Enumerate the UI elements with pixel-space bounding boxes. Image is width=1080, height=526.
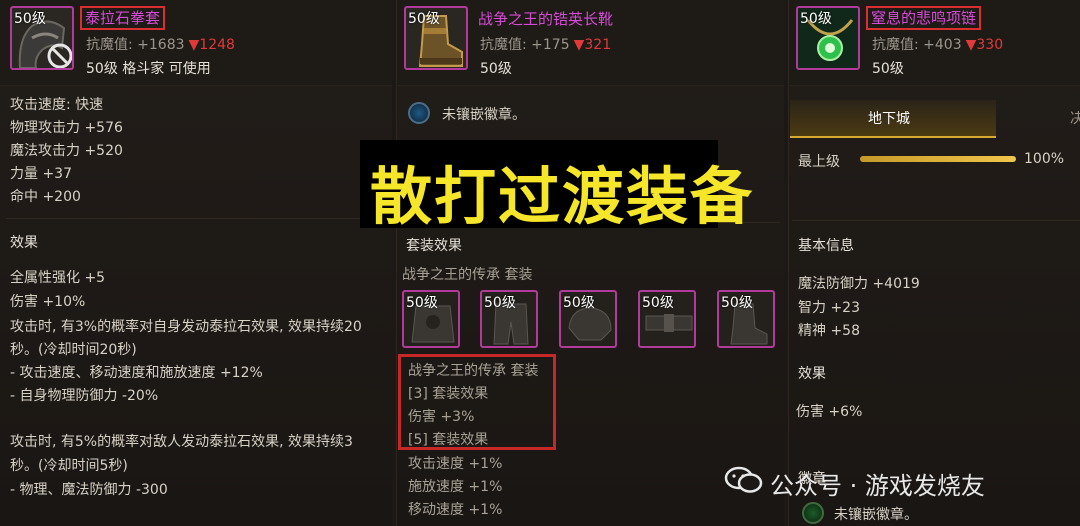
basic-line: 精神 +58 <box>798 323 860 339</box>
set-item-pants-icon[interactable]: 50级 <box>480 290 538 348</box>
emblem-text: 未镶嵌徽章。 <box>442 107 526 123</box>
resist-label: 抗魔值: +175 <box>480 37 570 53</box>
stat-line: 力量 +37 <box>10 166 72 182</box>
effect-title: 效果 <box>10 235 38 251</box>
set-line: [5] 套装效果 <box>408 432 489 448</box>
watermark-text: 公众号 · 游戏发烧友 <box>770 472 985 500</box>
item-tooltip-necklace <box>788 0 1080 526</box>
effect-line: - 物理、魔法防御力 -300 <box>10 482 168 498</box>
set-item-level: 50级 <box>484 295 516 311</box>
item-name: 泰拉石拳套 <box>80 6 166 30</box>
set-line: 战争之王的传承 套装 <box>408 363 539 379</box>
set-item-level: 50级 <box>721 295 753 311</box>
boots-icon[interactable]: 50级 <box>404 6 468 70</box>
effect-line: - 攻击速度、移动速度和施放速度 +12% <box>10 365 263 381</box>
resist-diff: ▼1248 <box>188 37 235 53</box>
item-requirement: 50级 <box>872 61 904 77</box>
necklace-icon[interactable]: 50级 <box>796 6 860 70</box>
upgrade-label: 最上级 <box>798 154 840 170</box>
stat-line: 命中 +200 <box>10 189 81 205</box>
resist-value: 抗魔值: +1683 ▼1248 <box>86 34 235 54</box>
effect-line: 秒。(冷却时间5秒) <box>10 458 128 474</box>
item-requirement: 50级 格斗家 可使用 <box>86 61 211 77</box>
set-item-level: 50级 <box>563 295 595 311</box>
item-requirement: 50级 <box>480 61 512 77</box>
resist-value: 抗魔值: +175 ▼321 <box>480 34 611 54</box>
stat-line: 攻击速度: 快速 <box>10 97 104 113</box>
tab-dungeon-label: 地下城 <box>868 111 910 127</box>
emblem-slot-icon <box>408 102 430 124</box>
item-level-tag: 50级 <box>14 11 46 27</box>
set-name: 战争之王的传承 套装 <box>402 267 533 283</box>
upgrade-percent: 100% <box>1024 151 1065 167</box>
basic-line: 魔法防御力 +4019 <box>798 276 920 292</box>
resist-diff: ▼330 <box>965 37 1004 53</box>
item-level-tag: 50级 <box>800 11 832 27</box>
set-effect-title: 套装效果 <box>406 238 462 254</box>
effect-line: 秒。(冷却时间20秒) <box>10 342 137 358</box>
set-line: 攻击速度 +1% <box>408 456 503 472</box>
resist-value: 抗魔值: +403 ▼330 <box>872 34 1003 54</box>
divider <box>6 218 390 219</box>
stat-line: 物理攻击力 +576 <box>10 120 123 136</box>
set-item-chest-icon[interactable]: 50级 <box>402 290 460 348</box>
effect-line: 伤害 +10% <box>10 294 86 310</box>
set-item-level: 50级 <box>406 295 438 311</box>
upgrade-progress-fill <box>860 156 1016 162</box>
effect-title: 效果 <box>798 366 826 382</box>
item-name: 战争之王的锆英长靴 <box>478 10 614 28</box>
set-line: 伤害 +3% <box>408 409 475 425</box>
effect-line: 攻击时, 有3%的概率对自身发动泰拉石效果, 效果持续20 <box>10 319 362 335</box>
set-item-shoulder-icon[interactable]: 50级 <box>559 290 617 348</box>
gauntlet-icon[interactable]: 50级 <box>10 6 74 70</box>
set-item-level: 50级 <box>642 295 674 311</box>
effect-line: - 自身物理防御力 -20% <box>10 388 159 404</box>
basic-line: 智力 +23 <box>798 300 860 316</box>
emblem-slot-icon <box>802 502 824 524</box>
upgrade-progress-bar <box>860 156 1016 162</box>
set-item-boots-icon[interactable]: 50级 <box>717 290 775 348</box>
divider <box>792 220 1080 221</box>
effect-line: 伤害 +6% <box>796 404 863 420</box>
resist-label: 抗魔值: +403 <box>872 37 962 53</box>
basic-info-title: 基本信息 <box>798 238 854 254</box>
overlay-caption: 散打过渡装备 <box>370 160 755 233</box>
resist-diff: ▼321 <box>573 37 612 53</box>
effect-line: 全属性强化 +5 <box>10 270 106 286</box>
wechat-logo-icon <box>724 466 763 493</box>
set-line: [3] 套装效果 <box>408 386 489 402</box>
effect-line: 攻击时, 有5%的概率对敌人发动泰拉石效果, 效果持续3 <box>10 434 353 450</box>
item-level-tag: 50级 <box>408 11 440 27</box>
resist-label: 抗魔值: +1683 <box>86 37 185 53</box>
set-line: 移动速度 +1% <box>408 502 503 518</box>
item-name: 窒息的悲鸣项链 <box>866 6 982 30</box>
stat-line: 魔法攻击力 +520 <box>10 143 123 159</box>
set-item-belt-icon[interactable]: 50级 <box>638 290 696 348</box>
set-line: 施放速度 +1% <box>408 479 503 495</box>
emblem-text: 未镶嵌徽章。 <box>834 507 918 523</box>
tab-next[interactable]: 决 <box>1070 108 1080 128</box>
